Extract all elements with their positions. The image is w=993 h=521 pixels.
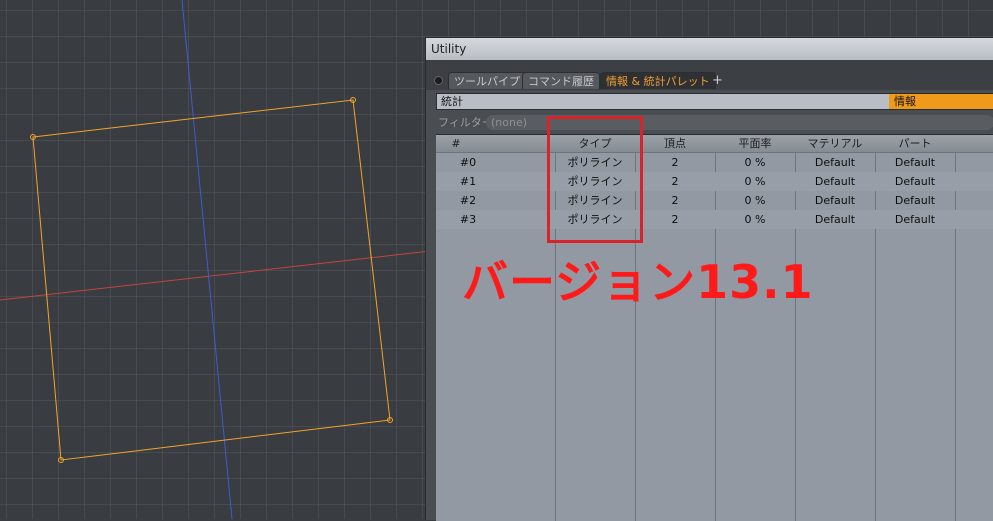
- stats-toggle[interactable]: 統計: [441, 94, 463, 109]
- cell-planarity: 0 %: [744, 175, 766, 188]
- header-index[interactable]: #: [436, 135, 476, 152]
- stats-info-bar: 統計 情報: [436, 93, 993, 110]
- cell-index: #0: [459, 156, 477, 169]
- version-annotation: バージョン13.1: [462, 255, 814, 309]
- tab-command-history[interactable]: コマンド履歴: [522, 72, 600, 89]
- table-header: # タイプ 頂点 平面率 マテリアル パート: [436, 135, 993, 153]
- cell-part: Default: [894, 175, 936, 188]
- y-axis-line: [181, 0, 233, 519]
- polyline-shape[interactable]: [32, 99, 391, 461]
- cell-material: Default: [814, 156, 856, 169]
- cell-planarity: 0 %: [744, 156, 766, 169]
- header-part[interactable]: パート: [875, 135, 955, 152]
- cell-vertices: 2: [671, 194, 679, 207]
- cell-vertices: 2: [671, 175, 679, 188]
- cell-material: Default: [814, 194, 856, 207]
- polygon-table: # タイプ 頂点 平面率 マテリアル パート #0 ポリライン 2 0 % De…: [436, 134, 993, 521]
- header-planarity[interactable]: 平面率: [715, 135, 795, 152]
- filter-bar: フィルター (none): [436, 114, 993, 131]
- tab-menu-icon[interactable]: [434, 76, 443, 85]
- cell-index: #3: [459, 213, 477, 226]
- header-material[interactable]: マテリアル: [795, 135, 875, 152]
- cell-part: Default: [894, 194, 936, 207]
- table-row[interactable]: #1 ポリライン 2 0 % Default Default: [436, 172, 993, 191]
- cell-vertices: 2: [671, 213, 679, 226]
- table-row[interactable]: #2 ポリライン 2 0 % Default Default: [436, 191, 993, 210]
- tab-bar: ツールパイプ コマンド履歴 情報 & 統計パレット +: [426, 60, 993, 90]
- header-vertices[interactable]: 頂点: [635, 135, 715, 152]
- cell-material: Default: [814, 213, 856, 226]
- info-toggle[interactable]: 情報: [889, 94, 993, 109]
- cell-planarity: 0 %: [744, 194, 766, 207]
- filter-label: フィルター: [438, 116, 493, 129]
- tab-info-statistics[interactable]: 情報 & 統計パレット: [600, 72, 716, 89]
- cell-planarity: 0 %: [744, 213, 766, 226]
- table-row[interactable]: #3 ポリライン 2 0 % Default Default: [436, 210, 993, 229]
- cell-vertices: 2: [671, 156, 679, 169]
- cell-part: Default: [894, 156, 936, 169]
- x-axis-line: [0, 250, 431, 301]
- cell-index: #2: [459, 194, 477, 207]
- cell-material: Default: [814, 175, 856, 188]
- cell-part: Default: [894, 213, 936, 226]
- add-tab-button[interactable]: +: [712, 72, 723, 89]
- cell-index: #1: [459, 175, 477, 188]
- tab-tool-pipe[interactable]: ツールパイプ: [448, 72, 526, 89]
- type-column-highlight: [547, 116, 643, 243]
- table-row[interactable]: #0 ポリライン 2 0 % Default Default: [436, 153, 993, 172]
- panel-title[interactable]: Utility: [426, 38, 993, 60]
